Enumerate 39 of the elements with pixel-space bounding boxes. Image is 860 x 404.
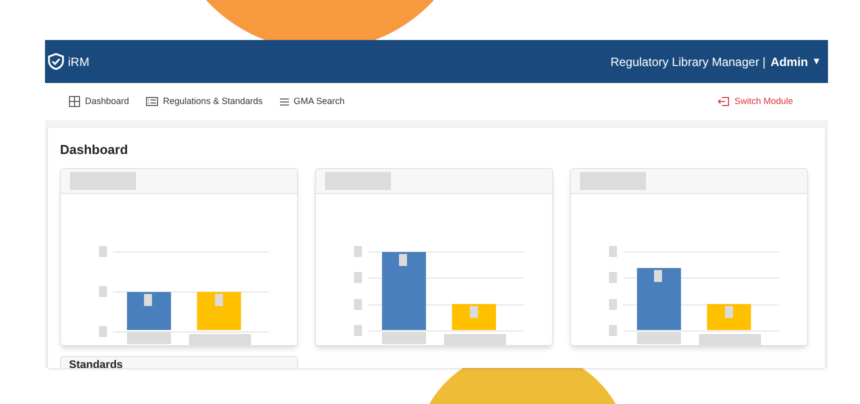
nav-link[interactable]: GMA Search bbox=[280, 94, 345, 108]
value-label-placeholder bbox=[654, 270, 662, 282]
tick-label-placeholder bbox=[609, 299, 617, 310]
chart-bar bbox=[197, 292, 241, 330]
tick-label-placeholder bbox=[609, 325, 617, 336]
tick-label-placeholder bbox=[354, 272, 362, 283]
menu-icon bbox=[280, 98, 289, 106]
title-placeholder bbox=[325, 172, 391, 190]
tick-label-placeholder bbox=[609, 272, 617, 283]
value-label-placeholder bbox=[215, 294, 223, 306]
value-label-placeholder bbox=[399, 254, 407, 266]
tick-label-placeholder bbox=[354, 325, 362, 336]
grid-icon bbox=[69, 96, 80, 107]
tick-label-placeholder bbox=[99, 246, 107, 257]
chart-bar bbox=[707, 304, 751, 330]
value-label-placeholder bbox=[725, 306, 733, 318]
switch-module-link[interactable]: Switch Module bbox=[718, 94, 793, 108]
section-title: Standards bbox=[69, 359, 124, 368]
logo-text: iRM bbox=[68, 54, 90, 70]
title-placeholder bbox=[70, 172, 136, 190]
exit-icon bbox=[718, 97, 730, 106]
value-label-placeholder bbox=[470, 306, 478, 318]
chart-bar bbox=[637, 268, 681, 330]
tick-label-placeholder bbox=[99, 286, 107, 297]
shield-check-icon bbox=[48, 53, 64, 70]
title-placeholder bbox=[580, 172, 646, 190]
list-icon bbox=[146, 97, 158, 106]
tick-label-placeholder bbox=[354, 246, 362, 257]
chart-bar bbox=[127, 292, 171, 330]
chart-bar bbox=[452, 304, 496, 330]
value-label-placeholder bbox=[144, 294, 152, 306]
user-menu[interactable]: Admin ▾ bbox=[770, 52, 819, 70]
nav-link[interactable]: Dashboard bbox=[69, 94, 130, 108]
tick-label-placeholder bbox=[609, 246, 617, 257]
nav-link[interactable]: Regulations & Standards bbox=[146, 94, 263, 108]
tick-label-placeholder bbox=[99, 326, 107, 337]
app-name: Regulatory Library Manager | bbox=[610, 54, 766, 70]
page-title: Dashboard bbox=[60, 141, 129, 159]
tick-label-placeholder bbox=[354, 299, 362, 310]
